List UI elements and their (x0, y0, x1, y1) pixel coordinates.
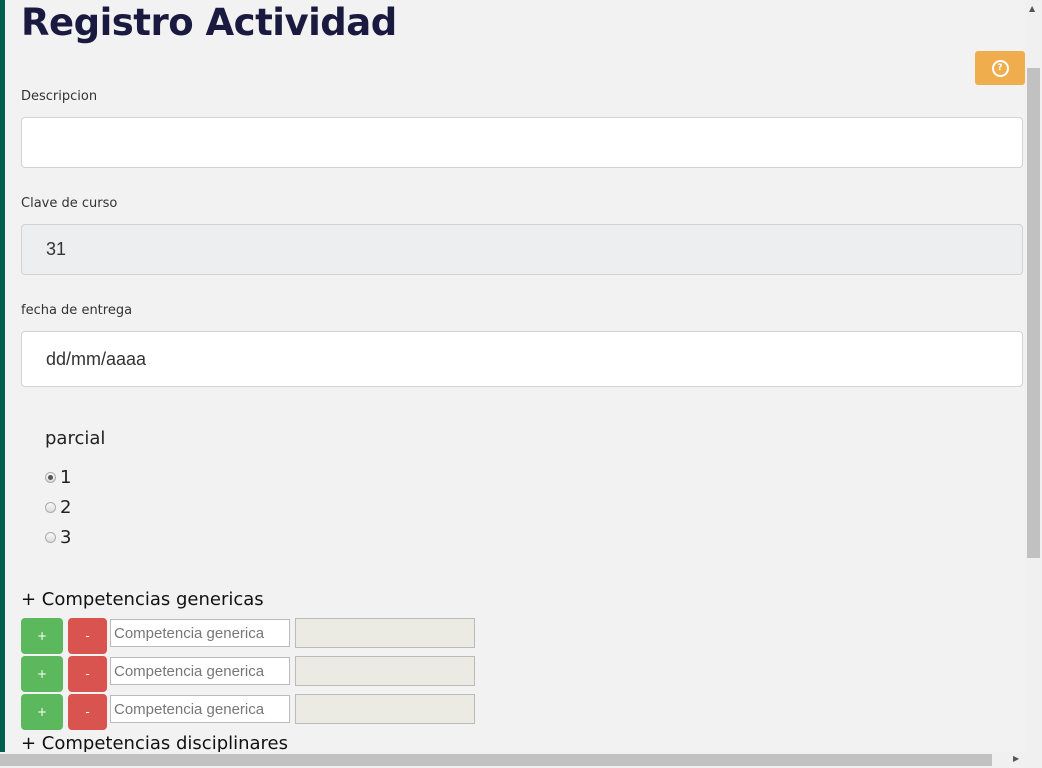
radio-label: 2 (60, 497, 72, 518)
radio-button[interactable] (45, 532, 56, 543)
fecha-entrega-input[interactable]: dd/mm/aaaa (21, 331, 1023, 387)
add-competencia-button[interactable]: + (21, 618, 63, 654)
horizontal-scrollbar[interactable]: ▶ (0, 752, 1042, 768)
remove-competencia-button[interactable]: - (68, 694, 107, 730)
parcial-option-2[interactable]: 2 (45, 497, 71, 518)
left-accent-bar (0, 0, 5, 768)
add-competencia-button[interactable]: + (21, 694, 63, 730)
parcial-title: parcial (45, 428, 106, 449)
add-competencia-button[interactable]: + (21, 656, 63, 692)
fecha-entrega-label: fecha de entrega (21, 303, 133, 318)
radio-label: 1 (60, 467, 72, 488)
remove-competencia-button[interactable]: - (68, 618, 107, 654)
radio-button[interactable] (45, 502, 56, 513)
competencia-extra-field (295, 618, 475, 648)
competencia-generica-input[interactable]: Competencia generica (110, 619, 290, 647)
competencias-disciplinares-title[interactable]: + Competencias disciplinares (21, 733, 288, 754)
radio-label: 3 (60, 527, 72, 548)
scroll-up-icon[interactable]: ▲ (1029, 4, 1035, 13)
parcial-option-1[interactable]: 1 (45, 467, 71, 488)
descripcion-label: Descripcion (21, 89, 98, 104)
clave-curso-label: Clave de curso (21, 196, 118, 211)
page-title: Registro Actividad (21, 1, 397, 44)
scrollbar-thumb[interactable] (1027, 68, 1040, 558)
descripcion-input[interactable] (21, 117, 1023, 168)
competencias-genericas-title[interactable]: + Competencias genericas (21, 589, 264, 610)
parcial-option-3[interactable]: 3 (45, 527, 71, 548)
scrollbar-thumb[interactable] (0, 754, 992, 766)
vertical-scrollbar[interactable]: ▲ (1025, 0, 1042, 752)
competencia-generica-input[interactable]: Competencia generica (110, 695, 290, 723)
clave-curso-input: 31 (21, 224, 1023, 275)
scroll-right-icon[interactable]: ▶ (1013, 754, 1019, 763)
help-button[interactable]: ? (975, 51, 1025, 85)
competencia-generica-input[interactable]: Competencia generica (110, 657, 290, 685)
radio-button[interactable] (45, 472, 56, 483)
question-circle-icon: ? (991, 59, 1009, 77)
competencia-extra-field (295, 656, 475, 686)
competencia-extra-field (295, 694, 475, 724)
remove-competencia-button[interactable]: - (68, 656, 107, 692)
